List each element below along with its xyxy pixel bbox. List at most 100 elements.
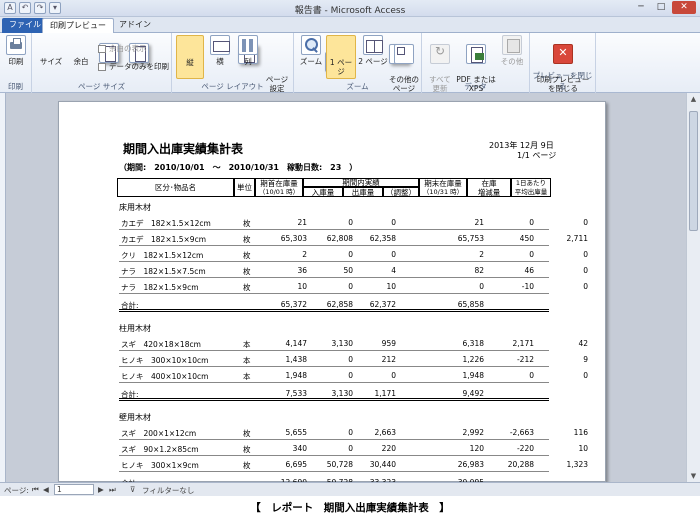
columns-icon: [238, 35, 258, 55]
minimize-icon[interactable]: ─: [632, 1, 650, 14]
maximize-icon[interactable]: □: [652, 1, 670, 14]
tab-addin[interactable]: アドイン: [112, 18, 158, 33]
landscape-icon: [210, 35, 230, 55]
header-name: 区分･物品名: [117, 178, 234, 197]
filter-icon: ⊽: [130, 485, 136, 494]
cell-total-close: 65,858: [457, 300, 484, 309]
group-zoom: ズーム 1 ページ 2 ページ その他の ページ ズーム: [294, 33, 422, 93]
data-only-checkbox[interactable]: データのみを印刷: [98, 61, 169, 72]
cell-open: 340: [292, 444, 307, 453]
landscape-button[interactable]: 横: [207, 35, 233, 66]
total-row: 合計: 7,533 3,130 1,171 9,492: [119, 386, 549, 401]
ribbon-tabs: ファイル 印刷プレビュー アドイン: [0, 17, 700, 33]
cell-unit: 枚: [243, 429, 251, 438]
cell-delta: -212: [516, 355, 534, 364]
close-icon: [553, 44, 573, 64]
figure-caption: 【 レポート 期間入出庫実績集計表 】: [250, 502, 450, 514]
cell-avg: 1,323: [566, 460, 588, 469]
cell-item-name: スギ 200×1×12cm: [121, 429, 197, 438]
header-close-label: 期末在庫量: [424, 178, 462, 188]
cell-open: 5,655: [285, 428, 307, 437]
cell-total-open: 7,533: [285, 389, 307, 398]
cell-total-close: 9,492: [462, 389, 484, 398]
cell-out: 2,663: [374, 428, 396, 437]
cell-delta: -2,663: [509, 428, 534, 437]
table-row: クリ 182×1.5×12cm 枚 2 0 0 2 0 0: [119, 247, 588, 262]
table-row: カエデ 182×1.5×12cm 枚 21 0 0 21 0 0: [119, 215, 588, 230]
cell-in: 62,808: [326, 234, 353, 243]
data-only-label: データのみを印刷: [109, 62, 169, 71]
pdf-icon: [466, 44, 486, 64]
header-close: 期末在庫量 （10/31 時）: [419, 178, 467, 197]
portrait-button[interactable]: 縦: [176, 35, 258, 79]
navigation-pane-collapsed[interactable]: [0, 93, 6, 482]
print-label: 印刷: [8, 57, 24, 66]
table-row: スギ 90×1.2×85cm 枚 340 0 220 120 -220 10: [119, 441, 588, 456]
cell-out: 0: [391, 371, 396, 380]
prev-page-icon[interactable]: ◀: [43, 485, 49, 494]
cell-close: 1,948: [462, 371, 484, 380]
cell-open: 1,948: [285, 371, 307, 380]
close-window-icon[interactable]: ✕: [672, 1, 696, 14]
cell-unit: 枚: [243, 251, 251, 260]
tab-print-preview[interactable]: 印刷プレビュー: [42, 18, 114, 33]
printer-icon: [6, 35, 26, 55]
table-row: ナラ 182×1.5×7.5cm 枚 36 50 4 82 46 0: [119, 263, 588, 278]
section-heading: 床用木材: [119, 203, 151, 212]
zoom-label: ズーム: [299, 57, 323, 66]
cell-out: 220: [381, 444, 396, 453]
cell-close: 65,753: [457, 234, 484, 243]
window-controls: ─ □ ✕: [632, 1, 696, 14]
cell-in: 50: [343, 266, 353, 275]
vertical-scrollbar[interactable]: ▲ ▼: [686, 93, 700, 482]
group-page-size: サイズ 余白 余白の表示 データのみを印刷 ページ サイズ: [32, 33, 172, 93]
page-number-input[interactable]: 1: [54, 484, 94, 495]
ribbon: 印刷 印刷 サイズ 余白 余白の表示 データのみを印刷 ページ サイズ 縦 横 …: [0, 33, 700, 93]
cell-close: 2,992: [462, 428, 484, 437]
total-row: 合計: 65,372 62,858 62,372 65,858: [119, 297, 549, 312]
next-page-icon[interactable]: ▶: [98, 485, 104, 494]
cell-avg: 2,711: [566, 234, 588, 243]
group-label-close: プレビューを閉じる: [532, 71, 593, 91]
scroll-thumb[interactable]: [689, 111, 698, 231]
size-button[interactable]: サイズ: [38, 35, 119, 66]
more-pages-icon: [394, 44, 414, 64]
first-page-icon[interactable]: ⏮: [32, 485, 39, 495]
last-page-icon[interactable]: ⏭: [109, 485, 116, 495]
margin-button[interactable]: 余白: [68, 35, 149, 66]
header-out: 出庫量: [343, 187, 383, 197]
group-label-page-layout: ページ レイアウト: [201, 82, 264, 91]
database-icon: [502, 35, 522, 55]
cell-item-name: ナラ 182×1.5×7.5cm: [121, 267, 206, 276]
cell-in: 0: [348, 355, 353, 364]
portrait-label: 縦: [186, 58, 194, 67]
two-page-button[interactable]: 2 ページ: [358, 35, 388, 66]
two-page-icon: [363, 35, 383, 55]
cell-item-name: ヒノキ 400×10×10cm: [121, 372, 209, 381]
header-open-sub: （10/01 時）: [258, 187, 300, 196]
size-label: サイズ: [39, 57, 63, 66]
header-actual: 期間内実績: [303, 178, 419, 187]
scroll-up-icon[interactable]: ▲: [687, 93, 700, 105]
scroll-down-icon[interactable]: ▼: [687, 470, 700, 482]
columns-button[interactable]: 列: [235, 35, 261, 66]
cell-in: 0: [348, 218, 353, 227]
filter-status[interactable]: フィルターなし: [142, 485, 194, 496]
other-export-button[interactable]: その他: [498, 35, 526, 66]
checkbox-icon: [98, 62, 106, 71]
zoom-button[interactable]: ズーム: [298, 35, 324, 66]
cell-avg: 9: [583, 355, 588, 364]
cell-delta: 0: [529, 371, 534, 380]
cell-unit: 枚: [243, 445, 251, 454]
group-page-layout: 縦 横 列 ページ 設定 ページ レイアウト: [172, 33, 345, 93]
cell-close: 82: [474, 266, 484, 275]
cell-total-out: 62,372: [369, 300, 396, 309]
group-data: すべて 更新 PDF または XPS その他 データ: [422, 33, 530, 93]
show-margin-checkbox[interactable]: 余白の表示: [98, 43, 147, 54]
cell-delta: 450: [519, 234, 534, 243]
one-page-button[interactable]: 1 ページ: [326, 35, 409, 79]
print-button[interactable]: 印刷: [4, 35, 28, 66]
two-page-label: 2 ページ: [358, 57, 388, 66]
other-label: その他: [500, 57, 524, 66]
title-bar: A ↶ ↷ ▾ 報告書 - Microsoft Access ─ □ ✕: [0, 0, 700, 17]
